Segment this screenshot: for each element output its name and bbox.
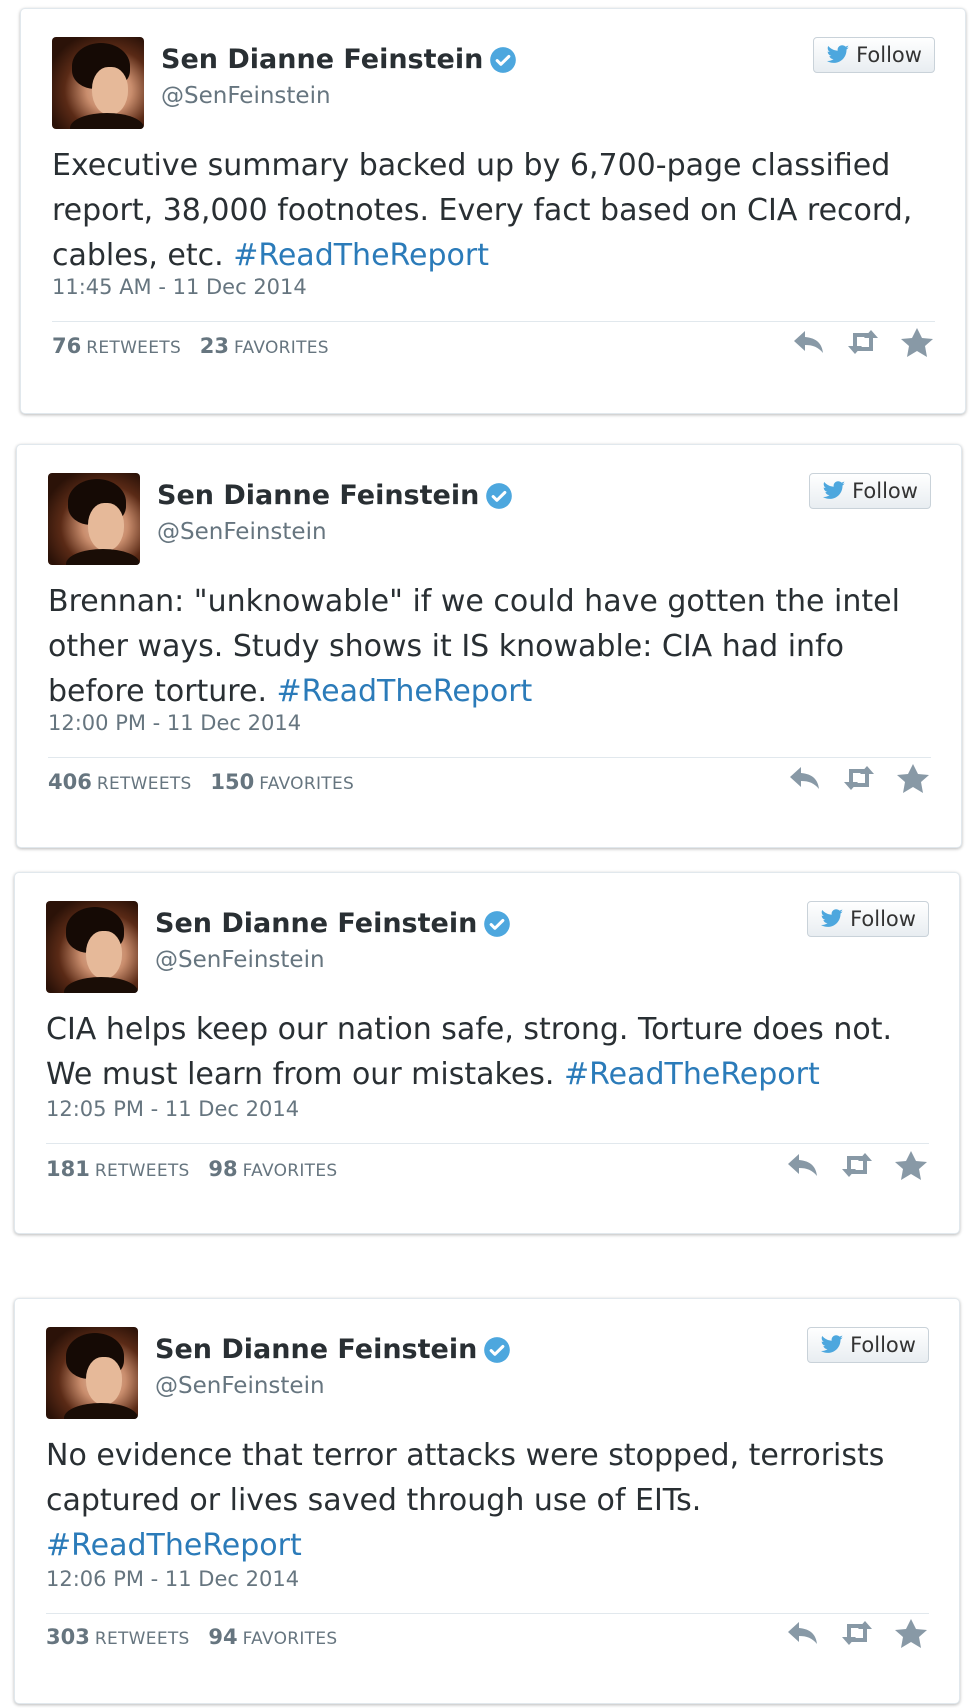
tweet-stats: 181 RETWEETS 98 FAVORITES	[46, 1157, 350, 1181]
tweet-actions	[791, 327, 935, 357]
twitter-bird-icon	[826, 45, 850, 63]
follow-label: Follow	[850, 907, 916, 931]
tweet-card: Sen Dianne Feinstein @SenFeinstein Follo…	[20, 8, 966, 414]
favorite-count[interactable]: 94	[208, 1625, 237, 1649]
tweet-text: Executive summary backed up by 6,700-pag…	[52, 143, 932, 278]
divider	[46, 1613, 929, 1614]
reply-icon[interactable]	[791, 327, 827, 357]
follow-label: Follow	[852, 479, 918, 503]
tweet-timestamp[interactable]: 12:00 PM - 11 Dec 2014	[48, 711, 301, 735]
author-handle[interactable]: @SenFeinstein	[155, 947, 325, 973]
retweets-label: RETWEETS	[86, 338, 182, 358]
verified-icon	[486, 482, 513, 509]
favorite-star-icon[interactable]	[893, 1150, 929, 1180]
tweet-text: Brennan: "unknowable" if we could have g…	[48, 579, 928, 714]
favorite-star-icon[interactable]	[895, 763, 931, 793]
tweet-body: No evidence that terror attacks were sto…	[46, 1438, 885, 1518]
favorite-count[interactable]: 23	[200, 334, 229, 358]
favorite-count[interactable]: 98	[208, 1157, 237, 1181]
author-handle[interactable]: @SenFeinstein	[157, 519, 327, 545]
favorite-count[interactable]: 150	[210, 770, 254, 794]
favorites-label: FAVORITES	[242, 1161, 338, 1181]
tweet-card: Sen Dianne Feinstein @SenFeinstein Follo…	[14, 1298, 960, 1704]
follow-label: Follow	[850, 1333, 916, 1357]
tweet-timestamp[interactable]: 12:06 PM - 11 Dec 2014	[46, 1567, 299, 1591]
divider	[52, 321, 935, 322]
retweets-label: RETWEETS	[94, 1629, 190, 1649]
reply-icon[interactable]	[785, 1618, 821, 1648]
follow-button[interactable]: Follow	[807, 901, 929, 937]
tweet-actions	[785, 1150, 929, 1180]
twitter-bird-icon	[820, 909, 844, 927]
favorites-label: FAVORITES	[233, 338, 329, 358]
retweet-icon[interactable]	[839, 1150, 875, 1180]
hashtag-link[interactable]: #ReadTheReport	[277, 674, 533, 709]
follow-button[interactable]: Follow	[807, 1327, 929, 1363]
favorite-star-icon[interactable]	[893, 1618, 929, 1648]
tweet-text: CIA helps keep our nation safe, strong. …	[46, 1007, 926, 1097]
verified-icon	[490, 46, 517, 73]
divider	[48, 757, 931, 758]
tweet-stats: 406 RETWEETS 150 FAVORITES	[48, 770, 366, 794]
author-name[interactable]: Sen Dianne Feinstein	[155, 1334, 477, 1365]
tweet-card: Sen Dianne Feinstein @SenFeinstein Follo…	[14, 872, 960, 1234]
retweet-icon[interactable]	[845, 327, 881, 357]
tweet-card: Sen Dianne Feinstein @SenFeinstein Follo…	[16, 444, 962, 848]
tweet-actions	[787, 763, 931, 793]
twitter-bird-icon	[820, 1335, 844, 1353]
tweet-timestamp[interactable]: 11:45 AM - 11 Dec 2014	[52, 275, 307, 299]
retweet-count[interactable]: 303	[46, 1625, 90, 1649]
favorites-label: FAVORITES	[259, 774, 355, 794]
author-name[interactable]: Sen Dianne Feinstein	[157, 480, 479, 511]
avatar[interactable]	[46, 901, 138, 993]
retweet-count[interactable]: 406	[48, 770, 92, 794]
retweet-icon[interactable]	[839, 1618, 875, 1648]
author-handle[interactable]: @SenFeinstein	[161, 83, 331, 109]
retweets-label: RETWEETS	[94, 1161, 190, 1181]
hashtag-link[interactable]: #ReadTheReport	[564, 1057, 820, 1092]
hashtag-link[interactable]: #ReadTheReport	[46, 1528, 302, 1563]
reply-icon[interactable]	[785, 1150, 821, 1180]
favorites-label: FAVORITES	[242, 1629, 338, 1649]
author-name[interactable]: Sen Dianne Feinstein	[161, 44, 483, 75]
tweet-stats: 303 RETWEETS 94 FAVORITES	[46, 1625, 350, 1649]
tweet-stats: 76 RETWEETS 23 FAVORITES	[52, 334, 341, 358]
avatar[interactable]	[48, 473, 140, 565]
favorite-star-icon[interactable]	[899, 327, 935, 357]
reply-icon[interactable]	[787, 763, 823, 793]
retweet-count[interactable]: 181	[46, 1157, 90, 1181]
follow-button[interactable]: Follow	[813, 37, 935, 73]
verified-icon	[484, 1336, 511, 1363]
tweet-text: No evidence that terror attacks were sto…	[46, 1433, 926, 1568]
retweets-label: RETWEETS	[96, 774, 192, 794]
follow-label: Follow	[856, 43, 922, 67]
divider	[46, 1143, 929, 1144]
tweet-actions	[785, 1618, 929, 1648]
retweet-count[interactable]: 76	[52, 334, 81, 358]
retweet-icon[interactable]	[841, 763, 877, 793]
avatar[interactable]	[52, 37, 144, 129]
verified-icon	[484, 910, 511, 937]
avatar[interactable]	[46, 1327, 138, 1419]
follow-button[interactable]: Follow	[809, 473, 931, 509]
author-name[interactable]: Sen Dianne Feinstein	[155, 908, 477, 939]
hashtag-link[interactable]: #ReadTheReport	[233, 238, 489, 273]
twitter-bird-icon	[822, 481, 846, 499]
author-handle[interactable]: @SenFeinstein	[155, 1373, 325, 1399]
tweet-timestamp[interactable]: 12:05 PM - 11 Dec 2014	[46, 1097, 299, 1121]
